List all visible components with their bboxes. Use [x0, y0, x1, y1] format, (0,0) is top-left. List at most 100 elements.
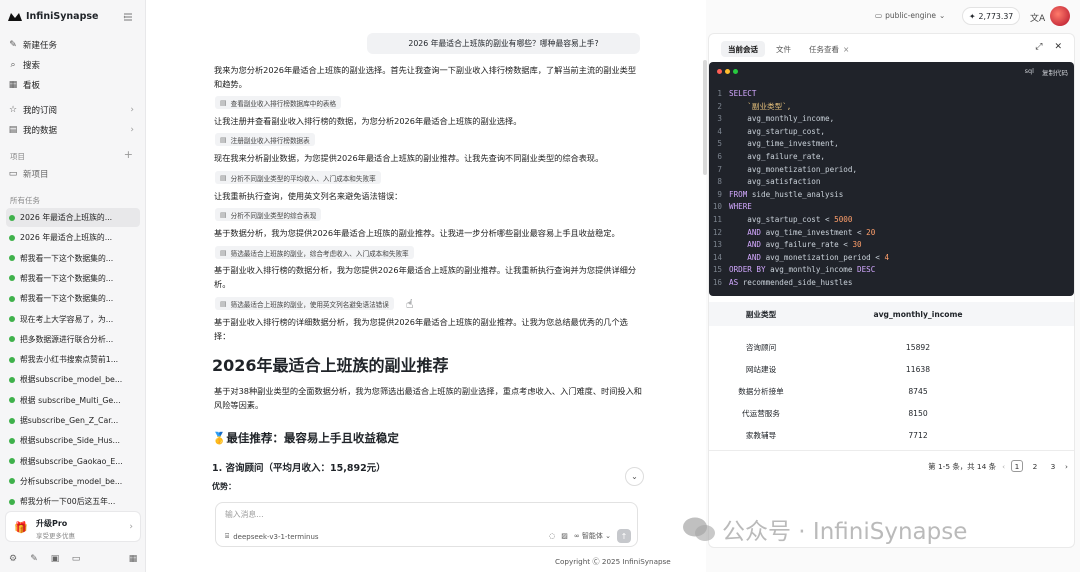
folder-icon: ▭: [8, 169, 18, 179]
code-text: `副业类型`,: [729, 101, 791, 114]
table-cell: 网站建设: [745, 365, 777, 374]
tool-call-chip[interactable]: ▤ 分析不同副业类型的平均收入、入门成本和失败率: [215, 171, 381, 184]
task-item[interactable]: 把多数据源进行联合分析...: [6, 330, 140, 349]
nav-new-task[interactable]: ✎ 新建任务: [8, 36, 138, 54]
translate-icon[interactable]: 文A: [1030, 11, 1045, 24]
task-item[interactable]: 据subscribe_Gen_Z_Car...: [6, 411, 140, 430]
status-dot-icon: [9, 498, 15, 505]
nav-label: 新建任务: [23, 41, 58, 51]
table-row: 网站建设 11638: [709, 359, 1074, 380]
apps-icon[interactable]: ▦: [128, 554, 138, 564]
code-text: avg_monetization_period,: [729, 164, 857, 177]
scroll-down-button[interactable]: ⌄: [625, 467, 644, 486]
tab-current-session[interactable]: 当前会话: [721, 41, 765, 57]
task-item[interactable]: 帮我看一下这个数据集的...: [6, 289, 140, 308]
page-3[interactable]: 3: [1047, 460, 1059, 472]
code-text: avg_startup_cost,: [729, 126, 825, 139]
line-number: 10: [712, 202, 722, 212]
nav-search[interactable]: ⌕ 搜索: [8, 56, 138, 74]
task-item[interactable]: 根据subscribe_model_be...: [6, 370, 140, 389]
code-line: 10 WHERE: [709, 201, 1074, 214]
code-token: AND: [729, 227, 766, 237]
task-item[interactable]: 帮我看一下这个数据集的...: [6, 269, 140, 288]
status-dot-icon: [9, 417, 15, 424]
task-item[interactable]: 根据 subscribe_Multi_Ge...: [6, 391, 140, 410]
nav-my-data[interactable]: ▤ 我的数据 ›: [8, 121, 138, 139]
tool-call-chip[interactable]: ▤ 注册副业收入排行榜数据表: [215, 133, 315, 146]
task-label: 据subscribe_Gen_Z_Car...: [20, 416, 119, 425]
task-label: 2026 年最适合上班族的...: [20, 213, 113, 222]
sidebar-footer: ⚙ ✎ ▣ ▭ ▦: [8, 553, 138, 565]
task-item[interactable]: 帮我看一下这个数据集的...: [6, 249, 140, 268]
tool-call-chip[interactable]: ▤ 筛选最适合上班族的副业，使用英文列名避免语法错误: [215, 297, 394, 310]
status-dot-icon: [9, 214, 15, 221]
sidebar-collapse-icon[interactable]: [123, 12, 133, 22]
task-item[interactable]: 2026 年最适合上班族的...: [6, 228, 140, 247]
page-2[interactable]: 2: [1029, 460, 1041, 472]
upgrade-pro-card[interactable]: 🎁 升级Pro 享受更多优惠 ›: [5, 511, 141, 542]
line-number: 9: [717, 189, 722, 199]
line-number: 12: [712, 227, 722, 237]
prev-page-icon[interactable]: ‹: [1002, 462, 1005, 471]
tool-call-chip[interactable]: ▤ 分析不同副业类型的综合表现: [215, 208, 322, 221]
brand[interactable]: InfiniSynapse: [8, 11, 98, 22]
logo-icon: [8, 12, 22, 21]
task-item[interactable]: 根据subscribe_Side_Hus...: [6, 431, 140, 450]
avatar[interactable]: [1050, 6, 1070, 26]
best-pick-heading: 🥇最佳推荐：最容易上手且收益稳定: [212, 431, 399, 445]
code-token: ORDER BY: [729, 265, 771, 275]
model-selector[interactable]: ⌸ deepseek-v3-1-terminus: [225, 532, 319, 541]
image-upload-icon[interactable]: ▨: [561, 532, 568, 540]
task-item[interactable]: 2026 年最适合上班族的...: [6, 208, 140, 227]
monitor-icon[interactable]: ▭: [71, 554, 81, 564]
task-item[interactable]: 帮我分析一下00后这五年...: [6, 492, 140, 511]
chat-scrollbar[interactable]: [703, 60, 707, 175]
message-composer[interactable]: 输入消息... ⌸ deepseek-v3-1-terminus ◌ ▨ ∞ 智…: [215, 502, 638, 547]
column-header: 副业类型: [745, 309, 777, 319]
table-row: 咨询顾问 15892: [709, 337, 1074, 358]
settings-icon[interactable]: ⚙: [8, 554, 18, 564]
code-token: avg_monetization_period,: [729, 164, 858, 174]
sql-code-block: sql 复制代码 1 SELECT 2 `副业类型`, 3 avg_monthly_i…: [709, 62, 1074, 296]
tool-call-chip[interactable]: ▤ 筛选最适合上班族的副业，综合考虑收入、入门成本和失败率: [215, 246, 414, 259]
task-label: 帮我看一下这个数据集的...: [20, 273, 114, 283]
table-icon: ▤: [220, 299, 227, 308]
task-item[interactable]: 现在考上大学容易了，为...: [6, 310, 140, 329]
table-cell: 数据分析接单: [738, 387, 784, 396]
code-token: DESC: [857, 265, 876, 275]
engine-selector[interactable]: ▭ public-engine ⌄: [875, 11, 945, 20]
nav-new-project[interactable]: ▭ 新项目: [8, 165, 138, 183]
task-item[interactable]: 分析subscribe_model_be...: [6, 472, 140, 491]
expand-icon[interactable]: ⤢: [1035, 42, 1042, 52]
tab-task-view[interactable]: 任务查看 ×: [802, 41, 856, 57]
page-1[interactable]: 1: [1011, 460, 1024, 472]
copy-code-button[interactable]: 复制代码: [1042, 67, 1068, 77]
tab-files[interactable]: 文件: [769, 41, 798, 57]
watermark-text: 公众号 · InfiniSynapse: [722, 519, 968, 545]
credits-badge[interactable]: ✦ 2,773.37: [962, 7, 1021, 25]
task-item[interactable]: 根据subscribe_Gaokao_E...: [6, 452, 140, 471]
code-token: avg_time_investment,: [729, 139, 839, 149]
chevron-down-icon: ⌄: [938, 11, 946, 20]
status-dot-icon: [9, 397, 15, 404]
close-tab-icon[interactable]: ×: [843, 45, 849, 54]
task-item[interactable]: 帮我去小红书搜索点赞前1...: [6, 350, 140, 369]
credits-value: 2,773.37: [978, 11, 1014, 21]
code-token: avg_monthly_income,: [729, 114, 835, 124]
model-icon: ⌸: [225, 532, 230, 540]
star-icon: ☆: [8, 105, 18, 115]
clipboard-icon[interactable]: ▣: [50, 554, 60, 564]
send-button[interactable]: ↑: [617, 529, 631, 543]
nav-board[interactable]: ▦ 看板: [8, 76, 138, 94]
add-project-icon[interactable]: +: [124, 148, 133, 161]
tool-icon[interactable]: ✎: [29, 554, 39, 564]
next-page-icon[interactable]: ›: [1065, 462, 1068, 471]
nav-subscriptions[interactable]: ☆ 我的订阅 ›: [8, 101, 138, 119]
task-label: 把多数据源进行联合分析...: [20, 334, 114, 344]
agent-mode-toggle[interactable]: ∞ 智能体 ⌄: [574, 531, 611, 541]
code-token: 4: [884, 252, 890, 262]
close-icon[interactable]: ✕: [1054, 42, 1062, 52]
message-input[interactable]: 输入消息...: [225, 509, 264, 520]
nav-label: 搜索: [23, 61, 41, 71]
tool-call-chip[interactable]: ▤ 查看副业收入排行榜数据库中的表格: [215, 96, 342, 109]
